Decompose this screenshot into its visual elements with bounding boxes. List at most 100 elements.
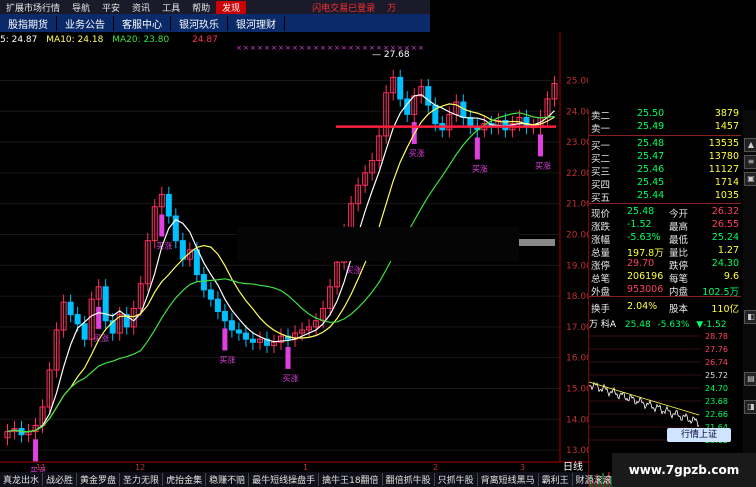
quote-scrollbar[interactable]: ▲ ≡ ▣ ◧ ▤ ◨ (743, 110, 756, 487)
candle-body (228, 320, 235, 331)
candle-body (214, 298, 221, 312)
quote-volume: 1457 (714, 121, 739, 132)
candle-body (425, 86, 432, 106)
scroll-indicator[interactable] (519, 239, 555, 246)
candle-body (242, 332, 249, 340)
quote-label: 买四 (591, 180, 611, 191)
indicator-tab[interactable]: 虎抬金集 (163, 473, 207, 486)
panel-icon-5[interactable]: ◨ (744, 400, 756, 414)
tab-yinhe-finance[interactable]: 银河理财 (228, 15, 285, 31)
marker-x: × (285, 44, 291, 52)
buy-signal-label: 买涨 (472, 163, 488, 173)
marker-x: × (320, 44, 326, 52)
marker-x: × (362, 44, 368, 52)
indicator-tab[interactable]: 擒牛王18翻倍 (319, 473, 383, 486)
indicator-tab[interactable]: 真龙出水 (0, 473, 44, 486)
tab-announcements[interactable]: 业务公告 (57, 15, 114, 31)
login-status: 闪电交易已登录 (312, 3, 376, 14)
indicator-tab[interactable]: 背离短线黑马 (478, 473, 539, 486)
quote-label: 今开 (669, 209, 689, 220)
panel-icon-4[interactable]: ▤ (744, 372, 756, 386)
indicator-tabs: 真龙出水 战必胜 黄金罗盘 圣力无限 虎抬金集 稳赚不赔 最牛短线操盘手 擒牛王18翻倍 翻倍抓… (0, 472, 616, 487)
quote-label: 换手 (591, 304, 611, 315)
quote-volume: 26.55 (711, 219, 739, 230)
price-axis-label: 14.00 (566, 415, 588, 425)
price-axis-label: 20.00 (566, 230, 588, 240)
quote-label: 买三 (591, 167, 611, 178)
indicator-tab[interactable]: 只抓牛股 (435, 473, 478, 486)
login-status-extra: 万 (387, 3, 397, 14)
quote-value: 25.45 (637, 177, 665, 188)
quote-volume: 110亿 (711, 304, 739, 315)
quote-row: 总笔 206196 每笔 9.6 (589, 271, 741, 285)
marker-x: × (313, 44, 319, 52)
quote-label: 股本 (669, 304, 689, 315)
indicator-tab[interactable]: 战必胜 (43, 473, 78, 486)
indicator-tab[interactable]: 财源滚滚 (573, 473, 616, 486)
signal-bar (537, 134, 543, 157)
marker-x: × (418, 44, 424, 52)
scroll-up-icon[interactable]: ▲ (744, 138, 756, 152)
menu-news[interactable]: 资讯 (126, 1, 156, 14)
quote-value: 2.04% (627, 301, 658, 312)
menu-help[interactable]: 帮助 (186, 1, 216, 14)
marker-x: × (306, 44, 312, 52)
marker-x: × (411, 44, 417, 52)
quote-value: 25.44 (637, 190, 665, 201)
ma5-value: 5: 24.87 (0, 35, 38, 45)
ma10-value: MA10: 24.18 (46, 35, 104, 45)
quote-label: 涨停 (591, 261, 611, 272)
tab-yinhe-fun[interactable]: 银河玖乐 (171, 15, 228, 31)
menu-pingan[interactable]: 平安 (96, 1, 126, 14)
price-axis-label: 16.00 (566, 354, 588, 364)
ma10-line (7, 103, 555, 433)
marker-x: × (264, 44, 270, 52)
panel-icon-1[interactable]: ≡ (744, 155, 756, 169)
quote-value: 25.48 (627, 206, 655, 217)
watermark: www.7gpzb.com (612, 453, 756, 487)
quote-row: 外盘 953006 内盘 102.5万 (589, 284, 741, 298)
quote-label: 跌停 (669, 261, 689, 272)
signal-bar (474, 137, 480, 160)
quote-value: 25.49 (637, 121, 665, 132)
mini-axis-label: 27.76 (705, 345, 728, 354)
indicator-tab[interactable]: 稳赚不赔 (206, 473, 250, 486)
indicator-tab[interactable]: 黄金罗盘 (77, 473, 121, 486)
redacted-box (237, 227, 519, 261)
quote-label: 买五 (591, 193, 611, 204)
quote-panel: 卖二 25.50 3879 卖一 25.49 1457 买一 25.48 13535 买二 25.4… (588, 108, 756, 487)
candle-body (249, 338, 256, 343)
candle-body (102, 286, 109, 322)
quote-label: 总量 (591, 248, 611, 259)
signal-bar (222, 328, 228, 351)
quote-volume: 1714 (714, 177, 739, 188)
quote-divider (589, 135, 741, 136)
candle-body (179, 240, 186, 260)
ma5-line (7, 94, 555, 433)
menu-discover[interactable]: 发现 (216, 0, 247, 14)
marker-x: × (243, 44, 249, 52)
buy-signal-label: 买涨 (93, 333, 109, 343)
indicator-tab[interactable]: 圣力无限 (120, 473, 164, 486)
marker-x: × (355, 44, 361, 52)
menu-extended-market[interactable]: 扩展市场行情 (0, 1, 66, 14)
tab-index-futures[interactable]: 股指期货 (0, 15, 57, 31)
candle-body (467, 116, 474, 128)
indicator-tab[interactable]: 最牛短线操盘手 (249, 473, 320, 486)
buy-signal-label: 买涨 (535, 160, 551, 170)
quote-label: 最低 (669, 235, 689, 246)
menu-navigate[interactable]: 导航 (66, 1, 96, 14)
tab-service-center[interactable]: 客服中心 (114, 15, 171, 31)
market-button[interactable]: 行情上证 (667, 428, 731, 442)
quote-row: 总量 197.8万 量比 1.27 (589, 245, 741, 259)
indicator-tab[interactable]: 霸利王 (539, 473, 573, 486)
panel-icon-2[interactable]: ▣ (744, 172, 756, 186)
candle-body (235, 329, 242, 334)
mini-axis-label: 28.78 (705, 332, 728, 341)
menu-tools[interactable]: 工具 (156, 1, 186, 14)
price-axis-label: 13.00 (566, 446, 588, 456)
quote-row: 买二 25.47 13780 (589, 151, 741, 165)
panel-icon-3[interactable]: ◧ (744, 310, 756, 324)
indicator-tab[interactable]: 翻倍抓牛股 (383, 473, 435, 486)
quote-volume: 13535 (708, 138, 739, 149)
